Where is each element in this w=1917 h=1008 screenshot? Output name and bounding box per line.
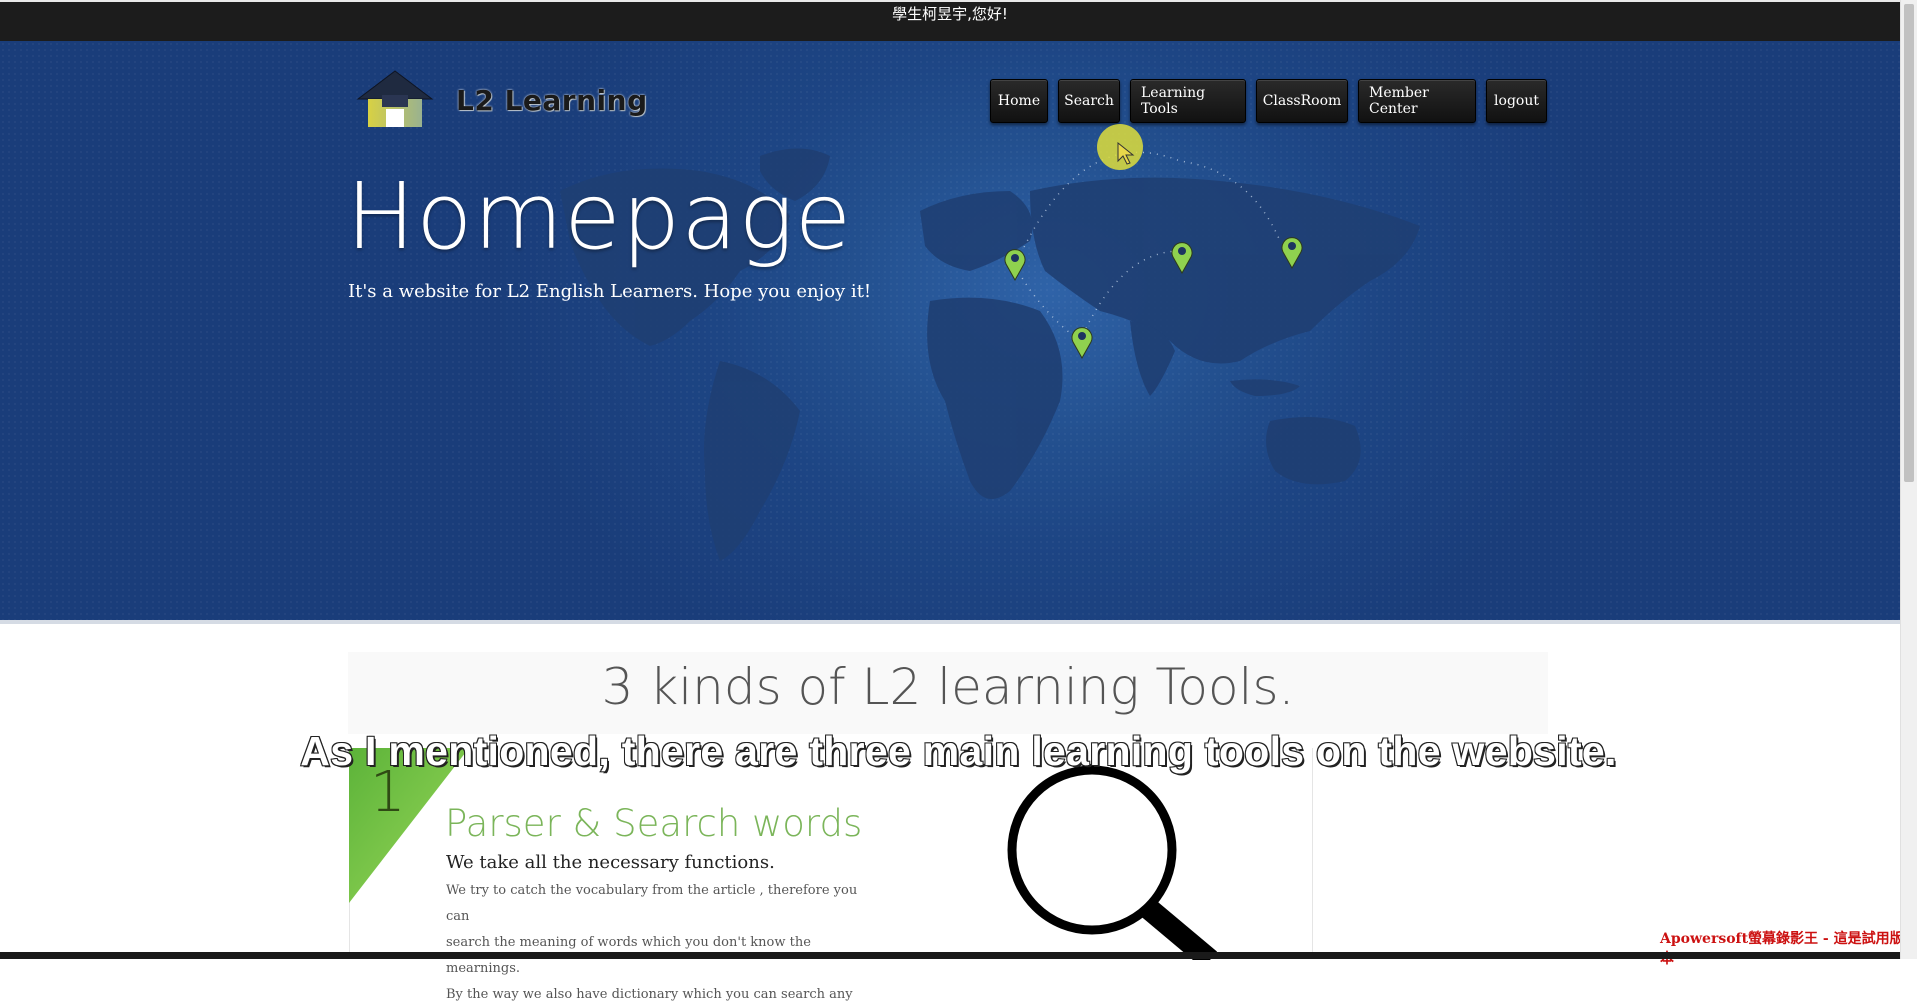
main-nav: Home Search Learning Tools ClassRoom Mem…	[990, 79, 1557, 123]
card-body-line: By the way we also have dictionary which…	[446, 987, 853, 1002]
bottom-edge	[0, 952, 1900, 959]
card-body-line: We try to catch the vocabulary from the …	[446, 883, 858, 924]
nav-classroom-button[interactable]: ClassRoom	[1256, 79, 1348, 123]
greeting-bar: 學生柯昱宇,您好!	[0, 0, 1900, 41]
site-logo[interactable]: L2 Learning	[352, 65, 648, 135]
map-pin-icon	[1004, 237, 1303, 360]
video-caption: As I mentioned, there are three main lea…	[299, 727, 1617, 775]
magnifier-icon	[1007, 765, 1218, 960]
greeting-text: 學生柯昱宇,您好!	[892, 5, 1008, 23]
nav-home-button[interactable]: Home	[990, 79, 1048, 123]
page-scrollbar[interactable]	[1900, 0, 1917, 959]
graduation-house-icon	[356, 70, 434, 127]
card-title: Parser & Search words	[445, 802, 863, 845]
nav-member-center-button[interactable]: Member Center	[1358, 79, 1476, 123]
nav-search-button[interactable]: Search	[1058, 79, 1120, 123]
logo-text: L2 Learning	[456, 83, 648, 117]
page-subtitle: It's a website for L2 English Learners. …	[348, 281, 872, 302]
nav-logout-button[interactable]: logout	[1486, 79, 1547, 123]
nav-learning-tools-button[interactable]: Learning Tools	[1130, 79, 1246, 123]
mouse-pointer-icon	[1117, 142, 1135, 165]
recorder-watermark: Apowersoft螢幕錄影王 - 這是試用版本	[1660, 931, 1904, 967]
page-title: Homepage	[346, 163, 853, 270]
scrollbar-thumb[interactable]	[1904, 4, 1914, 482]
card-body: We try to catch the vocabulary from the …	[446, 878, 876, 1008]
section-title: 3 kinds of L2 learning Tools.	[601, 658, 1295, 716]
hero-banner: L2 Learning Home Search Learning Tools C…	[0, 41, 1900, 624]
card-subtitle: We take all the necessary functions.	[446, 852, 775, 873]
